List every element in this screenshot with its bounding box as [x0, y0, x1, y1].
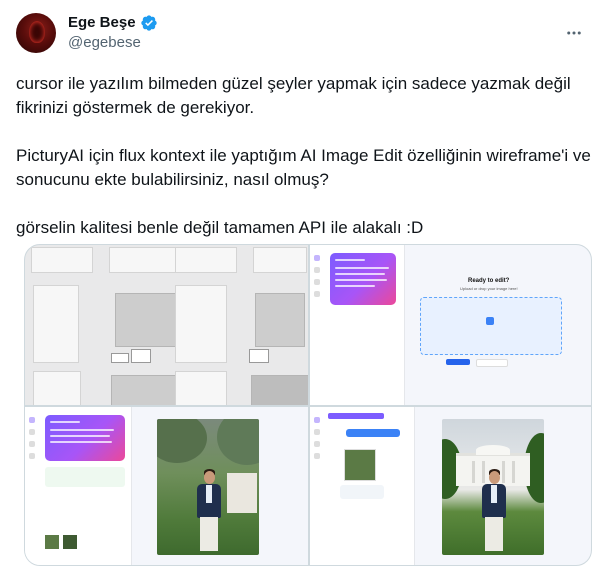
media-image-wireframe[interactable]: [25, 245, 308, 405]
avatar[interactable]: [16, 13, 56, 53]
tweet-paragraph: görselin kalitesi benle değil tamamen AP…: [16, 218, 424, 237]
upload-title: Ready to edit?: [468, 278, 510, 284]
media-image-upload-screen[interactable]: Ready to edit? Upload or drop your image…: [310, 245, 591, 405]
verified-badge-icon: [140, 15, 157, 31]
upload-image-button: [446, 359, 470, 365]
photo-white-house: [442, 419, 544, 555]
photo-garden: [157, 419, 259, 555]
person-figure: [480, 469, 508, 555]
tweet-paragraph: PicturyAI için flux kontext ile yaptığım…: [16, 146, 596, 189]
media-image-edited-photo[interactable]: [310, 407, 591, 565]
person-figure: [195, 469, 223, 555]
dropzone: [420, 297, 562, 355]
media-grid[interactable]: Ready to edit? Upload or drop your image…: [24, 244, 592, 566]
author-display-name[interactable]: Ege Beşe: [68, 13, 136, 33]
media-image-original-photo[interactable]: [25, 407, 308, 565]
author-handle[interactable]: @egebese: [68, 33, 158, 53]
tweet-paragraph: cursor ile yazılım bilmeden güzel şeyler…: [16, 74, 576, 117]
more-horizontal-icon[interactable]: [557, 16, 591, 50]
tweet-text: cursor ile yazılım bilmeden güzel şeyler…: [16, 72, 591, 240]
tweet-header: Ege Beşe @egebese: [16, 8, 591, 58]
upload-subtitle: Upload or drop your image here!: [460, 286, 518, 291]
secondary-button: [476, 359, 508, 367]
author-info: Ege Beşe @egebese: [68, 13, 158, 53]
tweet-card[interactable]: Ege Beşe @egebese cursor ile yazılım bil…: [0, 0, 607, 572]
upload-icon: [486, 317, 494, 325]
